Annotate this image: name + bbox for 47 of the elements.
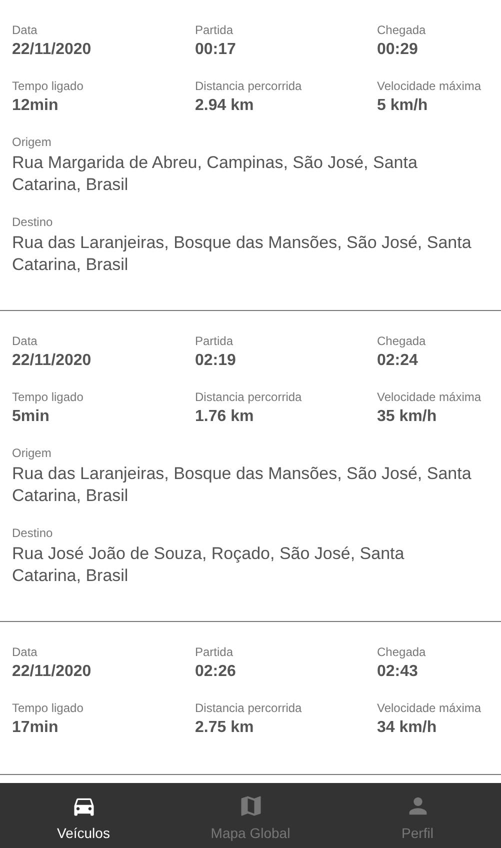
address-text: Rua das Laranjeiras, Bosque das Mansões, São José, Santa Catarina, Brasil	[12, 232, 472, 276]
stat-label: Distancia percorrida	[195, 389, 303, 405]
stat-value: 35 km/h	[377, 407, 438, 427]
address-text: Rua José João de Souza, Roçado, São José, Santa Catarina, Brasil	[12, 543, 406, 587]
stat-label: Velocidade máxima	[377, 78, 482, 94]
stat-label: Chegada	[377, 644, 427, 660]
stat-value: 34 km/h	[377, 718, 438, 738]
stat-label: Partida	[195, 333, 234, 349]
nav-tab[interactable]: Perfil	[334, 783, 501, 848]
stat-label: Velocidade máxima	[377, 700, 482, 716]
stat-label: Tempo ligado	[12, 78, 84, 94]
stat-value: 02:26	[195, 662, 237, 682]
stat-label: Partida	[195, 22, 234, 38]
stat-value: 00:17	[195, 40, 237, 60]
stat-value: 2.94 km	[195, 96, 255, 116]
stat-label: Chegada	[377, 333, 427, 349]
stat-value: 1.76 km	[195, 407, 255, 427]
place-label: Destino	[12, 214, 54, 230]
place-label: Origem	[12, 134, 52, 150]
stat-label: Distancia percorrida	[195, 78, 303, 94]
stat-value: 12min	[12, 96, 60, 116]
stat-label: Data	[12, 333, 38, 349]
stat-label: Chegada	[377, 22, 427, 38]
stat-value: 22/11/2020	[12, 662, 92, 682]
stat-value: 00:29	[377, 40, 419, 60]
nav-tab[interactable]: Veículos	[0, 783, 167, 848]
place-label: Destino	[12, 525, 54, 541]
stat-label: Partida	[195, 644, 234, 660]
stat-label: Distancia percorrida	[195, 700, 303, 716]
address-text: Rua Margarida de Abreu, Campinas, São José, Santa Catarina, Brasil	[12, 152, 418, 196]
stat-value: 5min	[12, 407, 50, 427]
stat-value: 02:19	[195, 351, 237, 371]
stat-value: 22/11/2020	[12, 40, 92, 60]
stat-value: 02:24	[377, 351, 419, 371]
stat-value: 2.75 km	[195, 718, 255, 738]
stat-label: Tempo ligado	[12, 389, 84, 405]
address-text: Rua das Laranjeiras, Bosque das Mansões, São José, Santa Catarina, Brasil	[12, 463, 472, 507]
stat-label: Data	[12, 22, 38, 38]
stat-value: 02:43	[377, 662, 419, 682]
stat-label: Data	[12, 644, 38, 660]
stat-value: 17min	[12, 718, 60, 738]
nav-tab[interactable]: Mapa Global	[167, 783, 334, 848]
stat-label: Velocidade máxima	[377, 389, 482, 405]
stat-label: Tempo ligado	[12, 700, 84, 716]
place-label: Origem	[12, 445, 52, 461]
stat-value: 22/11/2020	[12, 351, 92, 371]
stat-value: 5 km/h	[377, 96, 429, 116]
